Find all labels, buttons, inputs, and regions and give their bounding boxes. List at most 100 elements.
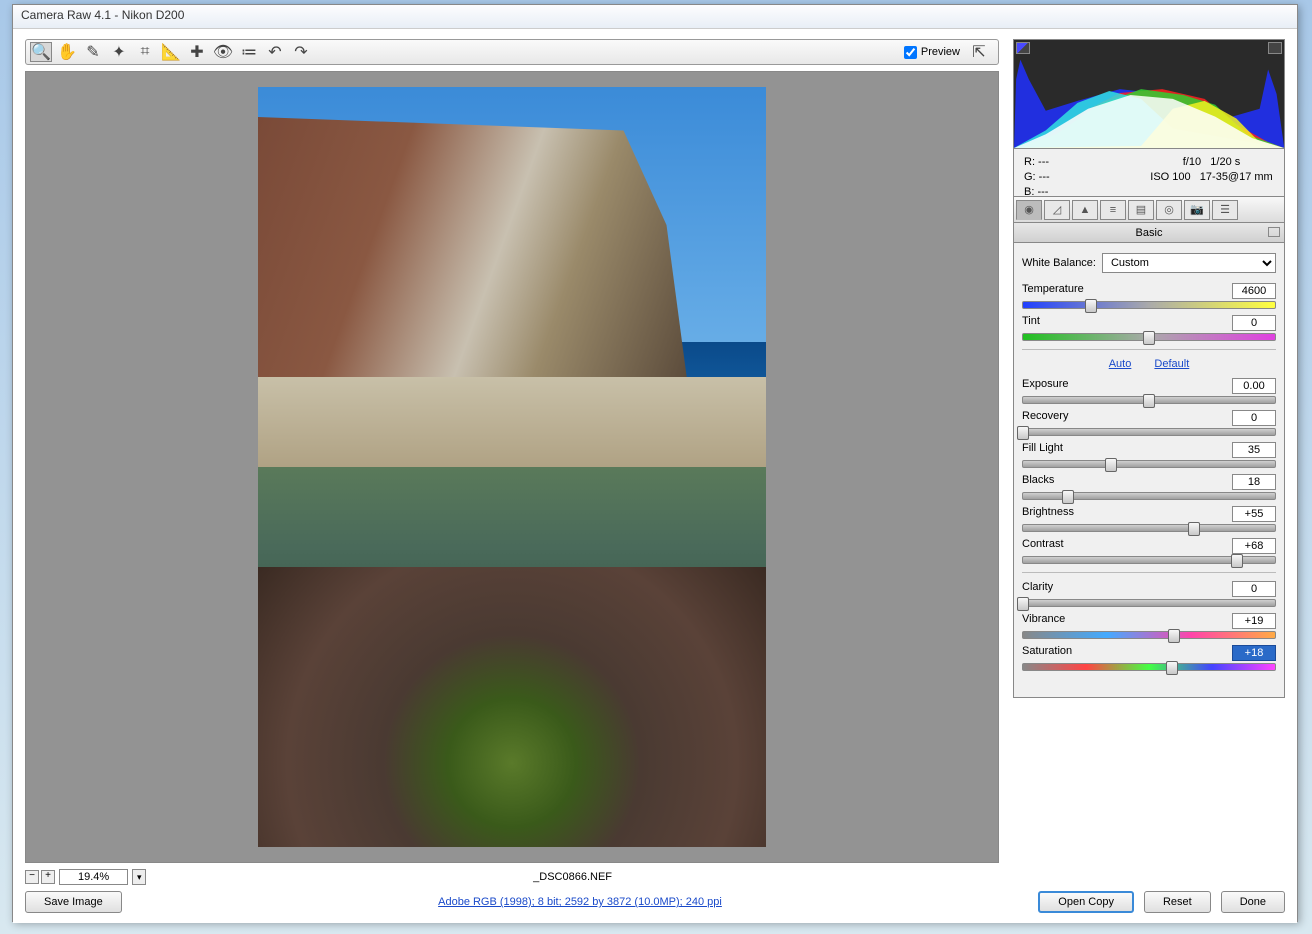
retouch-tool-icon[interactable]: ✚ <box>186 42 208 62</box>
wb-label: White Balance: <box>1022 257 1096 269</box>
zoom-bar: − + 19.4% ▾ _DSC0866.NEF <box>25 867 999 887</box>
slider-clarity-value[interactable]: 0 <box>1232 581 1276 597</box>
redeye-tool-icon[interactable]: 👁 <box>212 42 234 62</box>
tab-camera-icon[interactable]: 📷 <box>1184 200 1210 220</box>
slider-contrast-thumb[interactable] <box>1231 554 1243 568</box>
panel-menu-icon[interactable] <box>1268 227 1280 237</box>
slider-tint-label: Tint <box>1022 315 1040 331</box>
rotate-cw-icon[interactable]: ↷ <box>290 42 312 62</box>
rotate-ccw-icon[interactable]: ↶ <box>264 42 286 62</box>
done-button[interactable]: Done <box>1221 891 1285 913</box>
slider-fill-track[interactable] <box>1022 460 1276 468</box>
crop-tool-icon[interactable]: ⌗ <box>134 42 156 62</box>
slider-clarity-label: Clarity <box>1022 581 1053 597</box>
slider-vibrance-label: Vibrance <box>1022 613 1065 629</box>
slider-blacks-track[interactable] <box>1022 492 1276 500</box>
zoom-dropdown[interactable]: ▾ <box>132 869 146 885</box>
toolbar: 🔍 ✋ ✎ ✦ ⌗ 📐 ✚ 👁 ≔ ↶ ↷ Preview ⇱ <box>25 39 999 65</box>
title-bar: Camera Raw 4.1 - Nikon D200 <box>13 5 1297 29</box>
slider-exposure-value[interactable]: 0.00 <box>1232 378 1276 394</box>
slider-clarity-track[interactable] <box>1022 599 1276 607</box>
zoom-in-button[interactable]: + <box>41 870 55 884</box>
tab-basic-icon[interactable]: ◉ <box>1016 200 1042 220</box>
save-image-button[interactable]: Save Image <box>25 891 122 913</box>
tab-presets-icon[interactable]: ☰ <box>1212 200 1238 220</box>
slider-brightness: Brightness +55 <box>1022 506 1276 532</box>
slider-temperature-value[interactable]: 4600 <box>1232 283 1276 299</box>
exif-r: R: --- <box>1024 155 1149 170</box>
slider-exposure-track[interactable] <box>1022 396 1276 404</box>
histogram[interactable] <box>1013 39 1285 149</box>
open-copy-button[interactable]: Open Copy <box>1038 891 1134 913</box>
slider-contrast-track[interactable] <box>1022 556 1276 564</box>
preview-check-input[interactable] <box>904 46 917 59</box>
auto-link[interactable]: Auto <box>1109 358 1132 370</box>
slider-fill-thumb[interactable] <box>1105 458 1117 472</box>
slider-temperature-track[interactable] <box>1022 301 1276 309</box>
exif-lens: 17-35@17 mm <box>1200 171 1273 183</box>
highlight-clip-icon[interactable] <box>1268 42 1282 54</box>
hand-tool-icon[interactable]: ✋ <box>56 42 78 62</box>
white-balance-select[interactable]: Custom <box>1102 253 1276 273</box>
slider-brightness-track[interactable] <box>1022 524 1276 532</box>
tab-split-icon[interactable]: ▤ <box>1128 200 1154 220</box>
slider-brightness-thumb[interactable] <box>1188 522 1200 536</box>
exif-readout: R: --- G: --- B: --- f/10 1/20 s ISO 100… <box>1013 149 1285 197</box>
panel-body: White Balance: Custom Temperature 4600 T… <box>1013 243 1285 698</box>
wb-eyedropper-icon[interactable]: ✎ <box>82 42 104 62</box>
slider-recovery-track[interactable] <box>1022 428 1276 436</box>
filename-label: _DSC0866.NEF <box>146 871 999 883</box>
slider-recovery-value[interactable]: 0 <box>1232 410 1276 426</box>
slider-tint: Tint 0 <box>1022 315 1276 341</box>
slider-vibrance: Vibrance +19 <box>1022 613 1276 639</box>
slider-saturation-value[interactable]: +18 <box>1232 645 1276 661</box>
right-panel: R: --- G: --- B: --- f/10 1/20 s ISO 100… <box>1013 39 1285 698</box>
panel-tabs: ◉ ◿ ▲ ≡ ▤ ◎ 📷 ☰ <box>1013 197 1285 223</box>
zoom-out-button[interactable]: − <box>25 870 39 884</box>
slider-temperature-thumb[interactable] <box>1085 299 1097 313</box>
slider-blacks-thumb[interactable] <box>1062 490 1074 504</box>
slider-vibrance-thumb[interactable] <box>1168 629 1180 643</box>
tab-hsl-icon[interactable]: ≡ <box>1100 200 1126 220</box>
slider-fill-value[interactable]: 35 <box>1232 442 1276 458</box>
slider-saturation-thumb[interactable] <box>1166 661 1178 675</box>
reset-button[interactable]: Reset <box>1144 891 1211 913</box>
preview-image <box>258 87 766 847</box>
slider-clarity: Clarity 0 <box>1022 581 1276 607</box>
exif-aperture: f/10 <box>1183 156 1201 168</box>
slider-exposure-thumb[interactable] <box>1143 394 1155 408</box>
content: 🔍 ✋ ✎ ✦ ⌗ 📐 ✚ 👁 ≔ ↶ ↷ Preview ⇱ − <box>13 29 1297 923</box>
color-sampler-icon[interactable]: ✦ <box>108 42 130 62</box>
default-link[interactable]: Default <box>1154 358 1189 370</box>
slider-tint-thumb[interactable] <box>1143 331 1155 345</box>
tab-detail-icon[interactable]: ▲ <box>1072 200 1098 220</box>
slider-blacks-value[interactable]: 18 <box>1232 474 1276 490</box>
exif-shutter: 1/20 s <box>1210 156 1240 168</box>
slider-exposure: Exposure 0.00 <box>1022 378 1276 404</box>
window-title: Camera Raw 4.1 - Nikon D200 <box>21 8 184 22</box>
slider-tint-value[interactable]: 0 <box>1232 315 1276 331</box>
slider-tint-track[interactable] <box>1022 333 1276 341</box>
zoom-value[interactable]: 19.4% <box>59 869 128 885</box>
slider-clarity-thumb[interactable] <box>1017 597 1029 611</box>
tab-lens-icon[interactable]: ◎ <box>1156 200 1182 220</box>
tab-curve-icon[interactable]: ◿ <box>1044 200 1070 220</box>
straighten-tool-icon[interactable]: 📐 <box>160 42 182 62</box>
slider-contrast-value[interactable]: +68 <box>1232 538 1276 554</box>
preview-checkbox[interactable]: Preview <box>904 46 960 59</box>
panel-name: Basic <box>1136 227 1163 239</box>
fullscreen-icon[interactable]: ⇱ <box>968 42 990 62</box>
slider-fill-label: Fill Light <box>1022 442 1063 458</box>
slider-blacks-label: Blacks <box>1022 474 1054 490</box>
zoom-tool-icon[interactable]: 🔍 <box>30 42 52 62</box>
workflow-link[interactable]: Adobe RGB (1998); 8 bit; 2592 by 3872 (1… <box>122 896 1039 908</box>
slider-exposure-label: Exposure <box>1022 378 1068 394</box>
slider-recovery-thumb[interactable] <box>1017 426 1029 440</box>
shadow-clip-icon[interactable] <box>1016 42 1030 54</box>
slider-brightness-value[interactable]: +55 <box>1232 506 1276 522</box>
slider-vibrance-track[interactable] <box>1022 631 1276 639</box>
prefs-icon[interactable]: ≔ <box>238 42 260 62</box>
slider-vibrance-value[interactable]: +19 <box>1232 613 1276 629</box>
image-canvas[interactable] <box>25 71 999 863</box>
slider-saturation-track[interactable] <box>1022 663 1276 671</box>
